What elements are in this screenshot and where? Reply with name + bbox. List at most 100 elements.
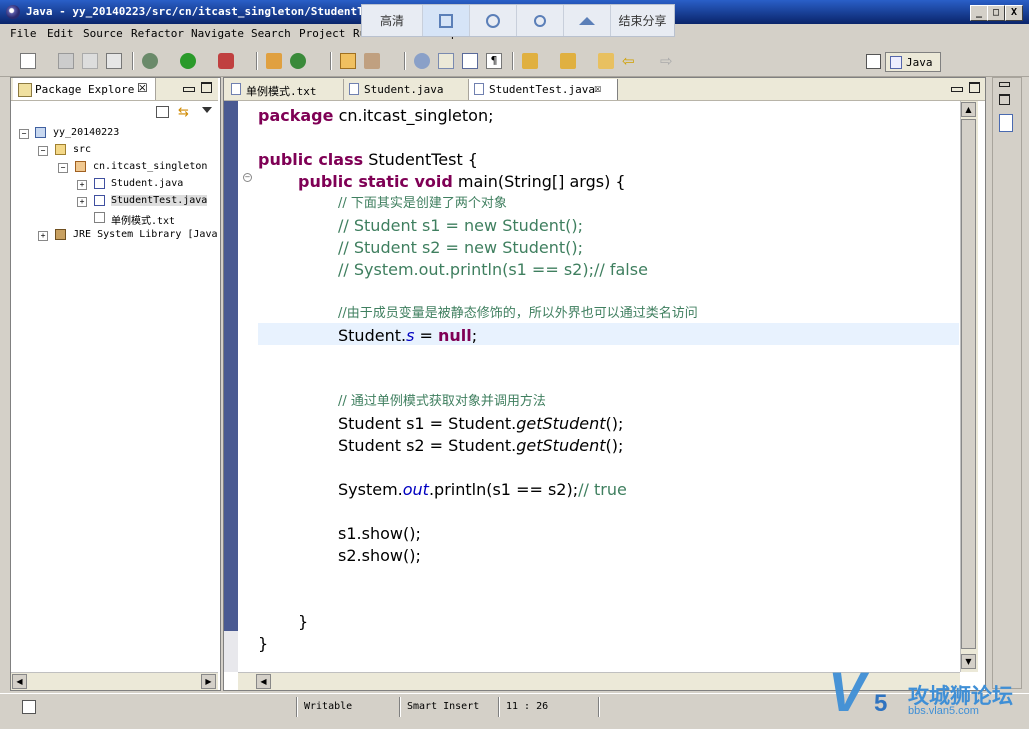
screen-share-toolbar: 高清 结束分享 xyxy=(361,4,675,37)
horizontal-scrollbar[interactable]: ◀ ▶ xyxy=(11,672,218,690)
scroll-left-icon[interactable]: ◀ xyxy=(256,674,271,689)
code-line: } xyxy=(258,634,269,653)
code-comment: // 下面其实是创建了两个对象 xyxy=(338,196,507,211)
tree-item-studenttest-java[interactable]: + StudentTest.java xyxy=(11,194,218,210)
annotation-icon[interactable] xyxy=(414,53,430,69)
mark-occurrences-icon[interactable] xyxy=(438,53,454,69)
close-button[interactable]: X xyxy=(1005,5,1023,21)
link-with-editor-icon[interactable]: ⇆ xyxy=(178,105,189,120)
forward-icon[interactable]: ⇨ xyxy=(660,53,676,69)
save-icon[interactable] xyxy=(58,53,74,69)
minimize-editor-icon[interactable] xyxy=(951,87,963,92)
print-icon[interactable] xyxy=(106,53,122,69)
open-perspective-icon[interactable] xyxy=(866,54,881,69)
menu-edit[interactable]: Edit xyxy=(47,27,74,40)
tree-item-jre[interactable]: + JRE System Library [Java xyxy=(11,228,218,244)
package-explorer-view: Package Explore ☒ ⇆ − yy_20140223 − src … xyxy=(10,77,221,691)
editor-tabbar: 单例模式.txt Student.java StudentTest.java ☒ xyxy=(224,78,985,101)
code-line: Student.s = null; xyxy=(338,326,478,345)
new-icon[interactable] xyxy=(20,53,36,69)
java-file-icon xyxy=(474,83,484,95)
debug-icon[interactable] xyxy=(142,53,158,69)
collapse-all-icon[interactable] xyxy=(156,106,169,118)
editor-area: 单例模式.txt Student.java StudentTest.java ☒… xyxy=(223,77,986,691)
menu-refactor[interactable]: Refactor xyxy=(131,27,184,40)
collapse-toggle-icon[interactable]: − xyxy=(58,163,68,173)
locate-button[interactable] xyxy=(470,5,517,36)
expand-toggle-icon[interactable]: + xyxy=(38,231,48,241)
tab-label: Package Explore xyxy=(35,83,135,96)
menu-file[interactable]: File xyxy=(10,27,37,40)
run-icon[interactable] xyxy=(180,53,196,69)
new-java-project-icon[interactable] xyxy=(266,53,282,69)
package-explorer-tabbar: Package Explore ☒ xyxy=(11,78,218,101)
zoom-button[interactable] xyxy=(517,5,564,36)
new-class-icon[interactable] xyxy=(290,53,306,69)
tree-item-src[interactable]: − src xyxy=(11,143,218,159)
menu-source[interactable]: Source xyxy=(83,27,123,40)
maximize-icon[interactable] xyxy=(999,94,1010,105)
hd-button[interactable]: 高清 xyxy=(362,5,423,36)
watermark-logo: V xyxy=(828,660,866,723)
scroll-left-icon[interactable]: ◀ xyxy=(12,674,27,689)
next-annotation-icon[interactable] xyxy=(522,53,538,69)
vertical-scrollbar[interactable]: ▲ ▼ xyxy=(960,101,978,672)
project-icon xyxy=(35,127,46,138)
collapse-toggle-icon[interactable]: − xyxy=(19,129,29,139)
show-whitespace-icon[interactable]: ¶ xyxy=(486,53,502,69)
tree-item-package[interactable]: − cn.itcast_singleton xyxy=(11,160,218,176)
library-icon xyxy=(55,229,66,240)
home-button[interactable] xyxy=(564,5,611,36)
tree-item-label: Student.java xyxy=(111,178,184,189)
maximize-view-icon[interactable] xyxy=(201,82,212,93)
tab-package-explorer[interactable]: Package Explore ☒ xyxy=(13,78,156,100)
end-share-button[interactable]: 结束分享 xyxy=(611,5,674,36)
tree-item-label: src xyxy=(73,144,92,155)
java-file-icon xyxy=(94,178,105,189)
close-tab-icon[interactable]: ☒ xyxy=(594,81,601,95)
open-type-icon[interactable] xyxy=(340,53,356,69)
package-icon xyxy=(75,161,86,172)
menu-search[interactable]: Search xyxy=(251,27,291,40)
menu-navigate[interactable]: Navigate xyxy=(191,27,244,40)
outline-view-icon[interactable] xyxy=(999,114,1013,132)
explorer-toolbar: ⇆ xyxy=(11,101,218,123)
maximize-button[interactable]: □ xyxy=(987,5,1005,21)
selection-range-marker xyxy=(224,101,238,631)
code-editor[interactable]: − package cn.itcast_singleton; public cl… xyxy=(238,101,959,672)
back-icon[interactable]: ⇦ xyxy=(622,53,638,69)
restore-icon[interactable] xyxy=(999,82,1010,87)
java-perspective-button[interactable]: Java xyxy=(885,52,941,72)
tab-txt-file[interactable]: 单例模式.txt xyxy=(226,79,344,100)
select-region-button[interactable] xyxy=(423,5,470,36)
last-edit-icon[interactable] xyxy=(598,53,614,69)
fast-view-icon[interactable] xyxy=(22,700,36,714)
maximize-editor-icon[interactable] xyxy=(969,82,980,93)
tab-student-java[interactable]: Student.java xyxy=(344,79,469,100)
tree-item-txt[interactable]: 单例模式.txt xyxy=(11,211,218,227)
minimize-view-icon[interactable] xyxy=(183,87,195,92)
minimize-button[interactable]: _ xyxy=(970,5,988,21)
tree-item-project[interactable]: − yy_20140223 xyxy=(11,126,218,142)
save-all-icon[interactable] xyxy=(82,53,98,69)
expand-toggle-icon[interactable]: + xyxy=(77,197,87,207)
previous-annotation-icon[interactable] xyxy=(560,53,576,69)
external-tools-icon[interactable] xyxy=(218,53,234,69)
package-explorer-icon xyxy=(18,83,32,97)
search-icon[interactable] xyxy=(364,53,380,69)
scroll-thumb[interactable] xyxy=(961,119,976,649)
tab-studenttest-java[interactable]: StudentTest.java ☒ xyxy=(469,79,618,100)
watermark-url: bbs.vlan5.com xyxy=(908,705,979,717)
insert-mode-status: Smart Insert xyxy=(407,701,480,712)
view-menu-icon[interactable] xyxy=(202,107,212,113)
fold-toggle-icon[interactable]: − xyxy=(243,173,252,182)
collapse-toggle-icon[interactable]: − xyxy=(38,146,48,156)
close-tab-icon[interactable]: ☒ xyxy=(137,81,148,95)
menu-project[interactable]: Project xyxy=(299,27,345,40)
scroll-right-icon[interactable]: ▶ xyxy=(201,674,216,689)
expand-toggle-icon[interactable]: + xyxy=(77,180,87,190)
block-selection-icon[interactable] xyxy=(462,53,478,69)
toolbar-separator xyxy=(404,52,406,70)
scroll-up-icon[interactable]: ▲ xyxy=(961,102,976,117)
tree-item-student-java[interactable]: + Student.java xyxy=(11,177,218,193)
